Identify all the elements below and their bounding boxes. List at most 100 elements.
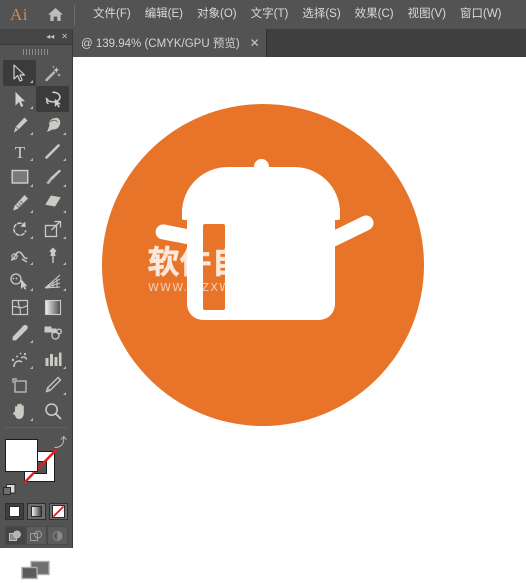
swap-fill-stroke-icon[interactable]: ⤴	[54, 437, 67, 450]
draw-behind-icon	[29, 530, 42, 541]
width-tool[interactable]	[3, 242, 36, 268]
free-transform-pin-icon	[49, 247, 56, 263]
menu-window[interactable]: 窗口(W)	[453, 0, 509, 29]
tool-divider	[5, 427, 67, 428]
document-tab[interactable]: @ 139.94% (CMYK/GPU 预览) ✕	[73, 29, 267, 57]
document-tab-bar: @ 139.94% (CMYK/GPU 预览) ✕	[0, 29, 526, 58]
slice-knife-icon	[45, 376, 61, 393]
pot-body-notch-shape[interactable]	[203, 224, 225, 310]
type-tool[interactable]: T	[3, 138, 36, 164]
pen-tool[interactable]	[3, 112, 36, 138]
eyedropper-icon	[12, 324, 28, 341]
free-transform-tool[interactable]	[36, 242, 69, 268]
draw-inside-button[interactable]	[46, 526, 68, 545]
color-mode-swatch	[8, 506, 20, 517]
canvas-area[interactable]: 软件自学网 WWW.RJZXW.COM	[73, 57, 526, 548]
symbol-sprayer-icon	[11, 352, 28, 367]
lasso-icon	[45, 91, 61, 108]
pot-lid-knob-shape[interactable]	[254, 159, 269, 174]
zoom-tool[interactable]	[36, 398, 69, 424]
none-mode-button[interactable]	[48, 503, 68, 520]
scale-tool[interactable]	[36, 216, 69, 242]
tool-flyout-indicator	[30, 80, 33, 83]
tool-flyout-indicator	[63, 210, 66, 213]
blend-icon	[44, 326, 62, 340]
eraser-tool[interactable]	[36, 190, 69, 216]
rectangle-tool[interactable]	[3, 164, 36, 190]
menu-view[interactable]: 视图(V)	[401, 0, 453, 29]
collapse-icon[interactable]: ◂◂	[46, 32, 54, 41]
blend-tool[interactable]	[36, 320, 69, 346]
tool-flyout-indicator	[30, 132, 33, 135]
pencil-icon	[12, 195, 28, 211]
paintbrush-icon	[45, 169, 61, 184]
draw-mode-row	[0, 526, 72, 545]
grip-dots-icon	[23, 48, 49, 55]
fill-swatch[interactable]	[5, 439, 38, 472]
rotate-tool[interactable]	[3, 216, 36, 242]
app-logo: Ai	[10, 4, 28, 24]
selection-tool[interactable]	[3, 60, 36, 86]
symbol-sprayer-tool[interactable]	[3, 346, 36, 372]
eyedropper-tool[interactable]	[3, 320, 36, 346]
tools-panel: ◂◂ ✕ T ⤴	[0, 29, 73, 580]
home-icon[interactable]	[38, 0, 72, 29]
tools-panel-header[interactable]: ◂◂ ✕	[0, 29, 72, 45]
tool-flyout-indicator	[63, 158, 66, 161]
slice-tool[interactable]	[36, 372, 69, 398]
selection-arrow-icon	[12, 64, 25, 82]
color-mode-row	[0, 503, 72, 520]
magic-wand-tool[interactable]	[36, 60, 69, 86]
panel-close-icon[interactable]: ✕	[61, 32, 68, 41]
draw-normal-button[interactable]	[4, 526, 26, 545]
lasso-tool[interactable]	[36, 86, 69, 112]
tool-grid: T	[0, 58, 72, 431]
draw-normal-icon	[8, 530, 21, 541]
shape-builder-tool[interactable]	[3, 268, 36, 294]
shape-builder-icon	[10, 272, 28, 290]
tool-flyout-indicator	[63, 236, 66, 239]
menu-effect[interactable]: 效果(C)	[348, 0, 401, 29]
artboard-tool[interactable]	[3, 372, 36, 398]
perspective-grid-tool[interactable]	[36, 268, 69, 294]
screen-mode-button[interactable]	[0, 559, 72, 583]
hand-tool[interactable]	[3, 398, 36, 424]
tool-flyout-indicator	[63, 132, 66, 135]
perspective-grid-icon	[44, 274, 61, 288]
menu-edit[interactable]: 编辑(E)	[138, 0, 190, 29]
rotate-icon	[12, 221, 26, 236]
close-icon[interactable]: ✕	[250, 37, 260, 49]
column-graph-icon	[45, 352, 61, 366]
column-graph-tool[interactable]	[36, 346, 69, 372]
shaper-tool[interactable]	[3, 190, 36, 216]
gradient-mode-button[interactable]	[26, 503, 46, 520]
menu-type[interactable]: 文字(T)	[244, 0, 296, 29]
pen-nib-icon	[13, 117, 27, 133]
panel-drag-handle[interactable]	[0, 45, 72, 58]
draw-behind-button[interactable]	[25, 526, 47, 545]
screen-mode-icon	[21, 560, 50, 580]
menu-file[interactable]: 文件(F)	[86, 0, 138, 29]
curvature-tool[interactable]	[36, 112, 69, 138]
color-mode-button[interactable]	[4, 503, 24, 520]
tool-flyout-indicator	[63, 366, 66, 369]
tool-flyout-indicator	[63, 288, 66, 291]
menu-object[interactable]: 对象(O)	[190, 0, 244, 29]
menu-divider	[74, 4, 75, 25]
gradient-tool[interactable]	[36, 294, 69, 320]
width-icon	[10, 250, 28, 263]
tool-flyout-indicator	[30, 262, 33, 265]
menu-select[interactable]: 选择(S)	[295, 0, 347, 29]
direct-selection-tool[interactable]	[3, 86, 36, 112]
tool-flyout-indicator	[63, 392, 66, 395]
svg-text:T: T	[14, 143, 25, 160]
cooking-pot-illustration[interactable]: 软件自学网 WWW.RJZXW.COM	[102, 104, 424, 426]
pot-lid-shape[interactable]	[182, 167, 340, 215]
line-segment-tool[interactable]	[36, 138, 69, 164]
tool-flyout-indicator	[30, 210, 33, 213]
gradient-icon	[44, 299, 61, 315]
default-fill-stroke-icon[interactable]	[3, 484, 16, 497]
paintbrush-tool[interactable]	[36, 164, 69, 190]
mesh-tool[interactable]	[3, 294, 36, 320]
none-mode-swatch	[51, 505, 65, 518]
